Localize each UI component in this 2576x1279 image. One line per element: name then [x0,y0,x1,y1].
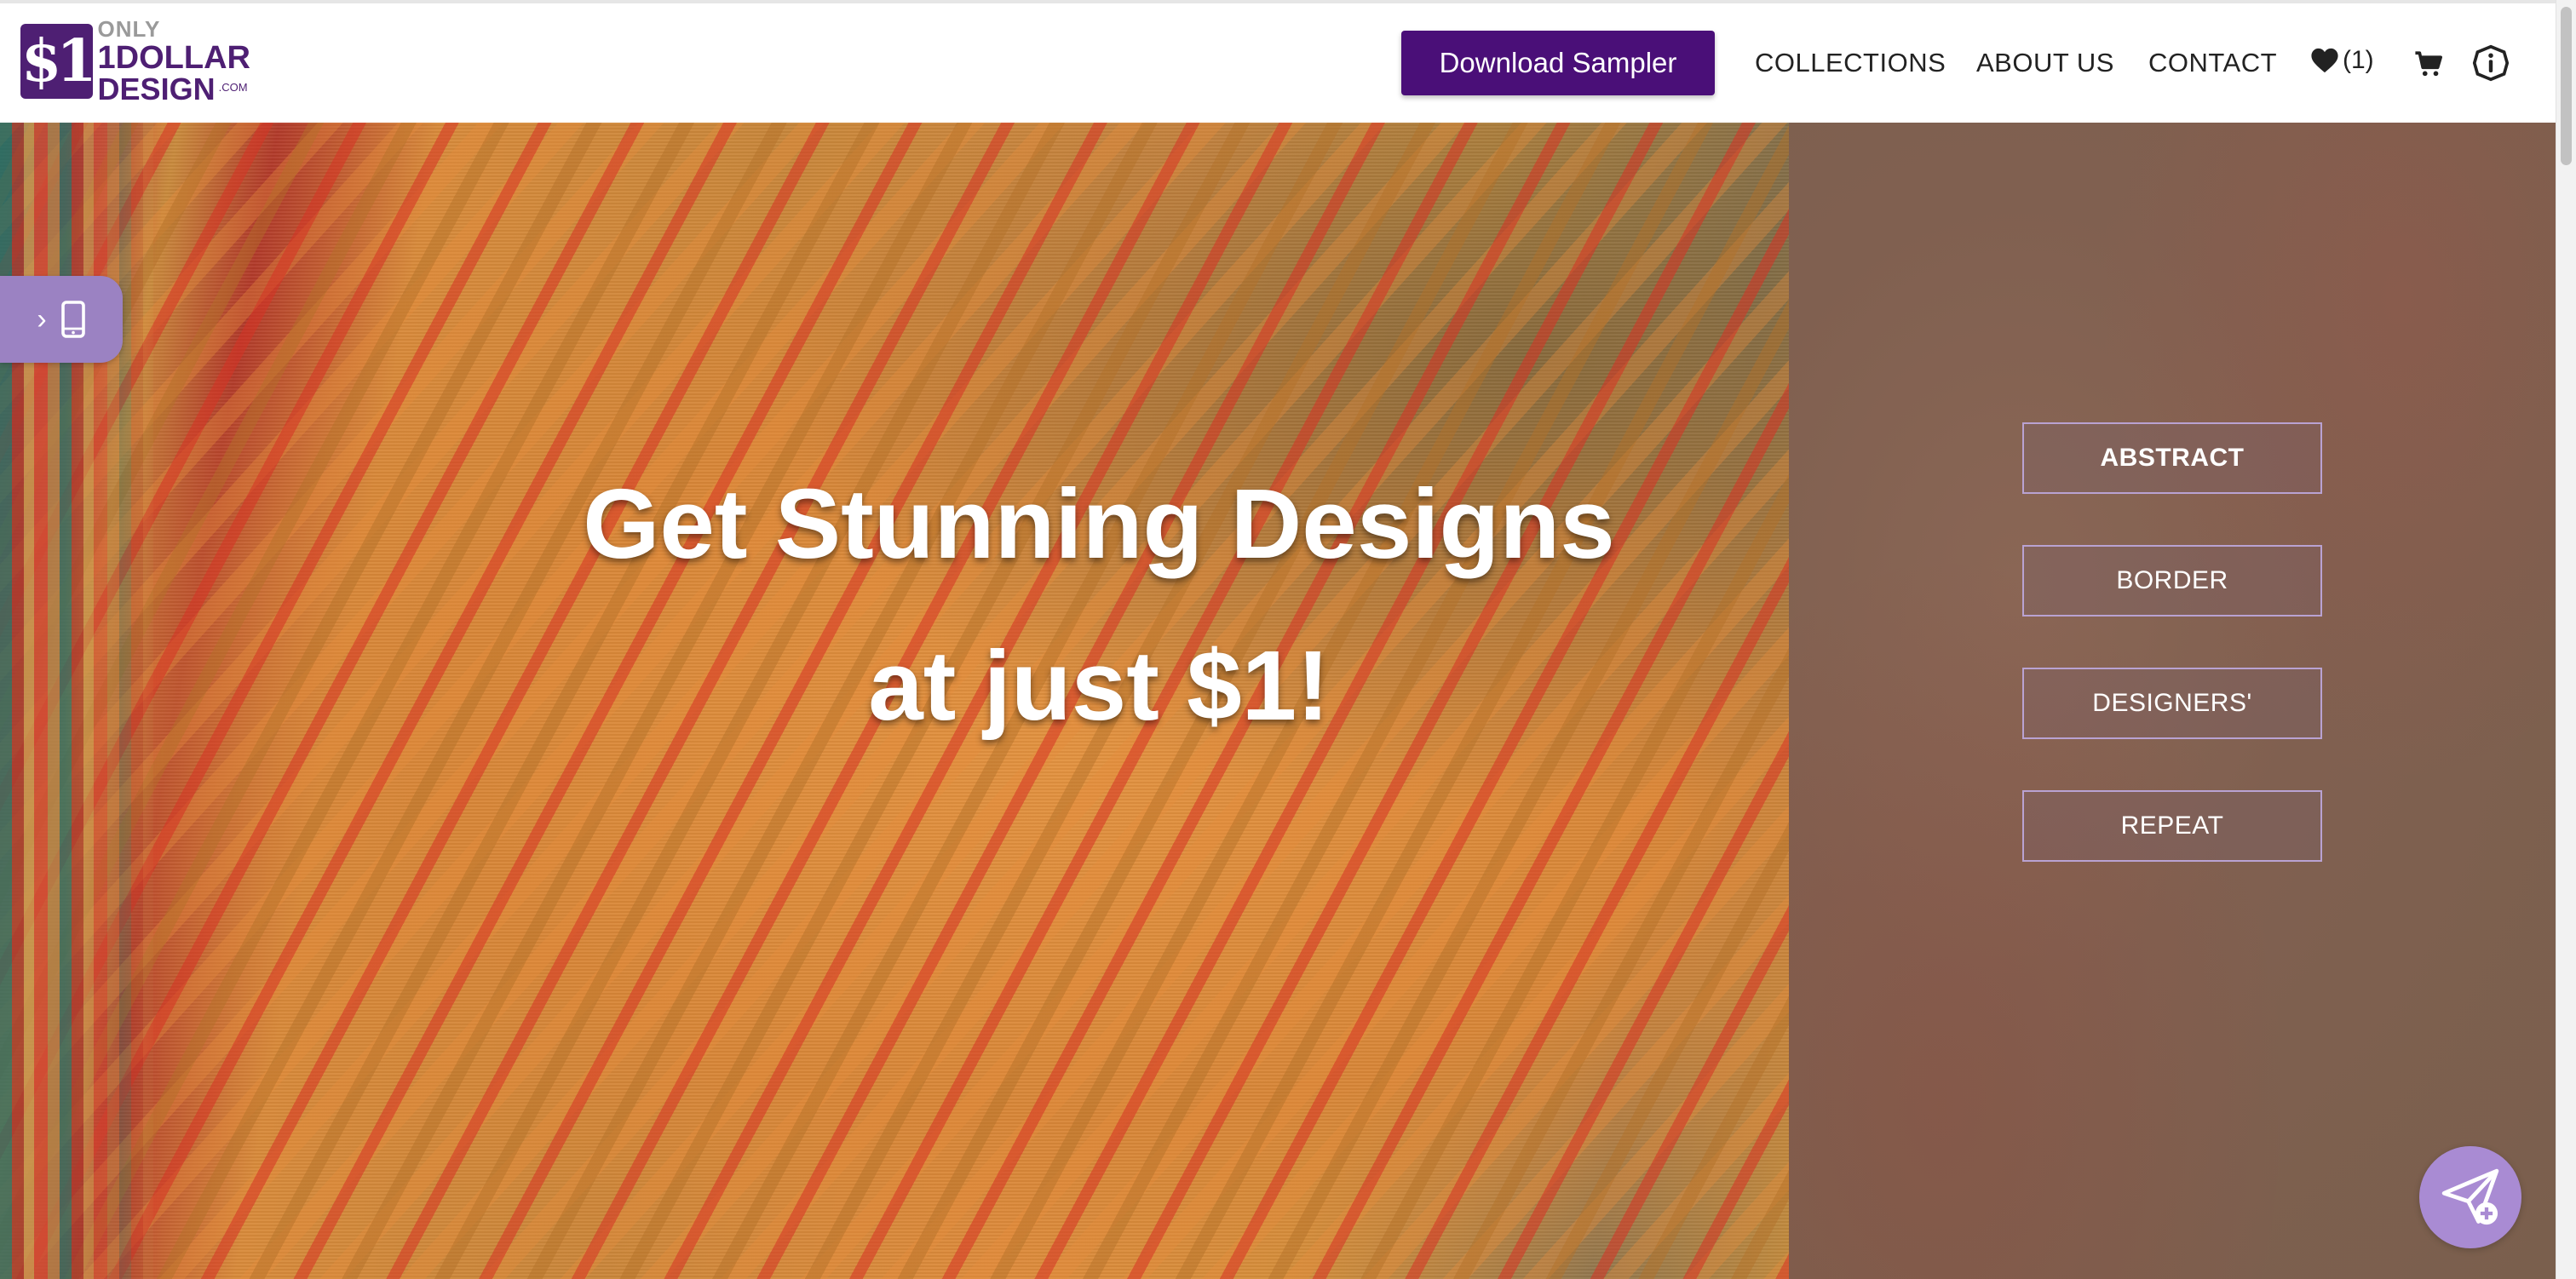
logo-1dollar: 1DOLLAR [97,40,250,76]
nav-collections[interactable]: COLLECTIONS [1755,48,1946,78]
mobile-view-tab[interactable]: › [0,276,123,363]
logo-com: .COM [218,81,248,94]
site-logo[interactable]: $1 ONLY 1DOLLAR DESIGN .COM [20,18,250,105]
info-icon[interactable] [2472,44,2510,82]
send-message-button[interactable] [2419,1146,2521,1248]
heart-icon [2311,48,2338,73]
page-scrollbar[interactable] [2556,0,2576,1279]
hero-title: Get Stunning Designs at just $1! [0,443,2198,766]
wishlist-count: (1) [2343,46,2374,74]
hero-title-line-2: at just $1! [868,630,1330,741]
scrollbar-thumb[interactable] [2561,7,2572,165]
site-header: $1 ONLY 1DOLLAR DESIGN .COM Download Sam… [0,3,2556,123]
logo-design-row: DESIGN .COM [98,74,250,105]
logo-design: DESIGN [97,72,216,106]
category-border-button[interactable]: BORDER [2022,545,2322,617]
download-sampler-button[interactable]: Download Sampler [1401,31,1715,95]
logo-mark-text: $1 [20,27,97,95]
hero-title-line-1: Get Stunning Designs [583,468,1615,579]
mobile-phone-icon [60,301,85,338]
logo-mark: $1 [20,24,97,99]
chevron-right-icon: › [37,302,47,336]
category-designers-button[interactable]: DESIGNERS' [2022,668,2322,739]
send-plus-icon [2441,1168,2499,1225]
category-abstract-button[interactable]: ABSTRACT [2022,422,2322,494]
logo-only: ONLY [97,16,161,42]
nav-about-us[interactable]: ABOUT US [1976,48,2114,78]
nav-contact[interactable]: CONTACT [2148,48,2277,78]
cart-icon[interactable] [2414,49,2443,78]
category-repeat-button[interactable]: REPEAT [2022,790,2322,862]
logo-wordmark: ONLY 1DOLLAR DESIGN .COM [98,18,250,105]
wishlist-link[interactable]: (1) [2310,46,2374,75]
